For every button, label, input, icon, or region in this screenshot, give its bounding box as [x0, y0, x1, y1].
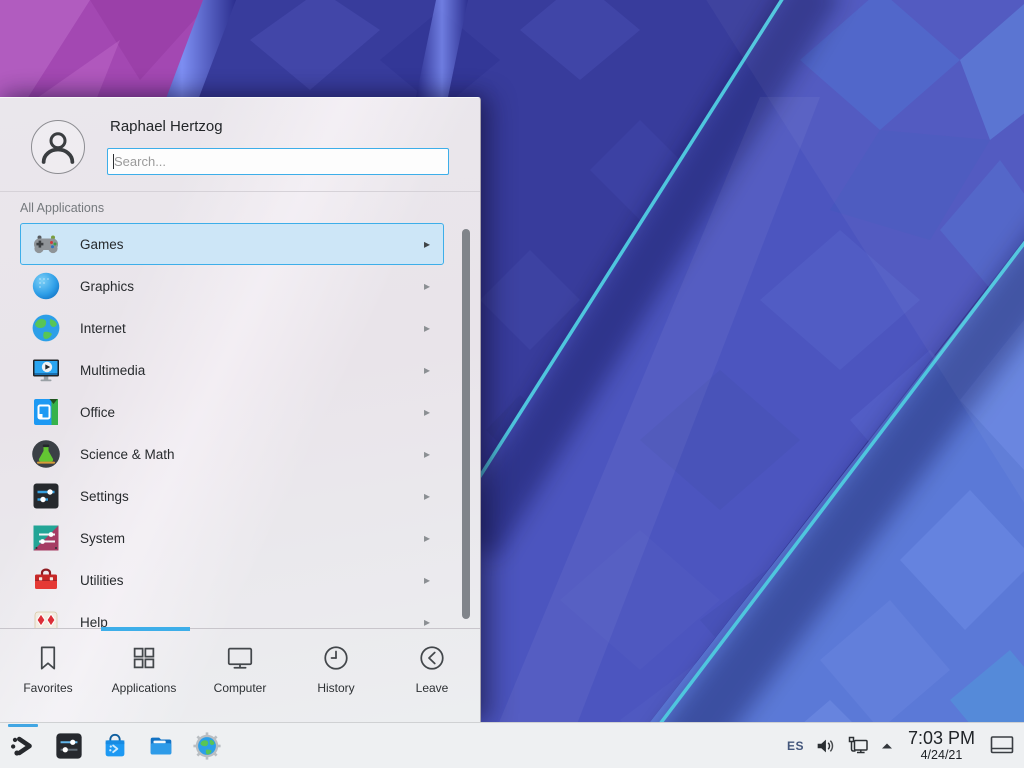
network-icon[interactable]: [846, 734, 870, 758]
section-label: All Applications: [20, 201, 104, 215]
applications-icon: [129, 643, 159, 673]
tab-applications[interactable]: Applications: [96, 629, 192, 722]
chevron-right-icon: ▸: [424, 280, 430, 292]
category-item-internet[interactable]: Internet ▸: [20, 307, 444, 349]
web-browser-icon: [192, 731, 222, 761]
scrollbar[interactable]: [462, 229, 470, 619]
user-icon: [38, 127, 78, 167]
category-label: Games: [80, 237, 124, 252]
system-tray: ES 7:03 PM 4/24/21: [787, 723, 1016, 768]
launcher-tab-bar: Favorites Applications C: [0, 628, 480, 722]
file-manager-icon: [146, 731, 176, 761]
keyboard-layout-indicator[interactable]: ES: [787, 739, 804, 753]
internet-icon: [30, 312, 62, 344]
category-label: Science & Math: [80, 447, 175, 462]
chevron-right-icon: ▸: [424, 238, 430, 250]
tab-label: Leave: [416, 681, 449, 695]
category-label: Help: [80, 615, 108, 629]
discover-button[interactable]: [99, 723, 131, 768]
tab-label: History: [317, 681, 354, 695]
application-launcher-menu: Raphael Hertzog All Applications Game: [0, 97, 481, 722]
settings-icon: [30, 480, 62, 512]
chevron-right-icon: ▸: [424, 322, 430, 334]
system-settings-icon: [54, 731, 84, 761]
clock-date: 4/24/21: [908, 749, 975, 762]
category-item-multimedia[interactable]: Multimedia ▸: [20, 349, 444, 391]
tab-label: Applications: [112, 681, 177, 695]
volume-icon[interactable]: [814, 735, 836, 757]
category-item-office[interactable]: Office ▸: [20, 391, 444, 433]
chevron-right-icon: ▸: [424, 448, 430, 460]
category-item-system[interactable]: System ▸: [20, 517, 444, 559]
clock-time: 7:03 PM: [908, 729, 975, 747]
category-item-settings[interactable]: Settings ▸: [20, 475, 444, 517]
show-desktop-icon: [990, 735, 1016, 757]
chevron-right-icon: ▸: [424, 532, 430, 544]
active-app-indicator: [8, 724, 38, 727]
avatar[interactable]: [31, 120, 85, 174]
leave-icon: [417, 643, 447, 673]
system-icon: [30, 522, 62, 554]
category-label: Office: [80, 405, 115, 420]
tab-label: Favorites: [23, 681, 72, 695]
computer-icon: [225, 643, 255, 673]
tab-favorites[interactable]: Favorites: [0, 629, 96, 722]
graphics-icon: [30, 270, 62, 302]
tab-leave[interactable]: Leave: [384, 629, 480, 722]
expand-tray-icon[interactable]: [880, 739, 894, 753]
category-list: Games ▸ Graphics: [0, 223, 480, 628]
category-item-graphics[interactable]: Graphics ▸: [20, 265, 444, 307]
multimedia-icon: [30, 354, 62, 386]
launcher-header: Raphael Hertzog: [0, 98, 480, 192]
utilities-icon: [30, 564, 62, 596]
category-label: Utilities: [80, 573, 124, 588]
user-name: Raphael Hertzog: [110, 118, 223, 135]
office-icon: [30, 396, 62, 428]
system-settings-button[interactable]: [53, 723, 85, 768]
taskbar: ES 7:03 PM 4/24/21: [0, 722, 1024, 768]
kickoff-launcher-icon: [8, 731, 38, 761]
games-icon: [30, 228, 62, 260]
science-icon: [30, 438, 62, 470]
discover-icon: [100, 731, 130, 761]
tab-history[interactable]: History: [288, 629, 384, 722]
text-caret: [113, 154, 114, 169]
category-label: Graphics: [80, 279, 134, 294]
show-desktop-button[interactable]: [990, 735, 1016, 757]
chevron-right-icon: ▸: [424, 406, 430, 418]
category-label: Multimedia: [80, 363, 145, 378]
web-browser-button[interactable]: [191, 723, 223, 768]
kickoff-launcher-button[interactable]: [7, 723, 39, 768]
chevron-right-icon: ▸: [424, 364, 430, 376]
chevron-right-icon: ▸: [424, 490, 430, 502]
taskbar-pinned-apps: [7, 723, 223, 768]
category-label: Settings: [80, 489, 129, 504]
category-label: System: [80, 531, 125, 546]
history-icon: [321, 643, 351, 673]
help-icon: [30, 606, 62, 628]
search-input[interactable]: [107, 148, 449, 175]
category-item-science-math[interactable]: Science & Math ▸: [20, 433, 444, 475]
category-item-help[interactable]: Help ▸: [20, 601, 444, 628]
file-manager-button[interactable]: [145, 723, 177, 768]
tab-computer[interactable]: Computer: [192, 629, 288, 722]
desktop: Raphael Hertzog All Applications Game: [0, 0, 1024, 768]
category-item-utilities[interactable]: Utilities ▸: [20, 559, 444, 601]
category-label: Internet: [80, 321, 126, 336]
active-tab-indicator: [101, 627, 190, 631]
tab-label: Computer: [214, 681, 267, 695]
chevron-right-icon: ▸: [424, 616, 430, 628]
clock[interactable]: 7:03 PM 4/24/21: [908, 729, 975, 762]
chevron-right-icon: ▸: [424, 574, 430, 586]
favorites-icon: [33, 643, 63, 673]
category-item-games[interactable]: Games ▸: [20, 223, 444, 265]
